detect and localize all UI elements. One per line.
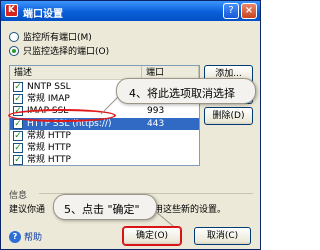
callout-step-4-text: 4、将此选项取消选择 xyxy=(129,87,235,100)
callout4-pointer xyxy=(100,95,120,115)
callout-step-5: 5、点击 "确定" xyxy=(53,194,157,220)
callout5-pointer xyxy=(154,210,174,227)
port-settings-dialog: K 端口设置 ? × 监控所有端口(M) 只监控选择的端口(O) 描述 端口 ✓… xyxy=(0,0,261,250)
callout-step-4: 4、将此选项取消选择 xyxy=(116,78,256,104)
callout-step-5-text: 5、点击 "确定" xyxy=(64,203,140,216)
